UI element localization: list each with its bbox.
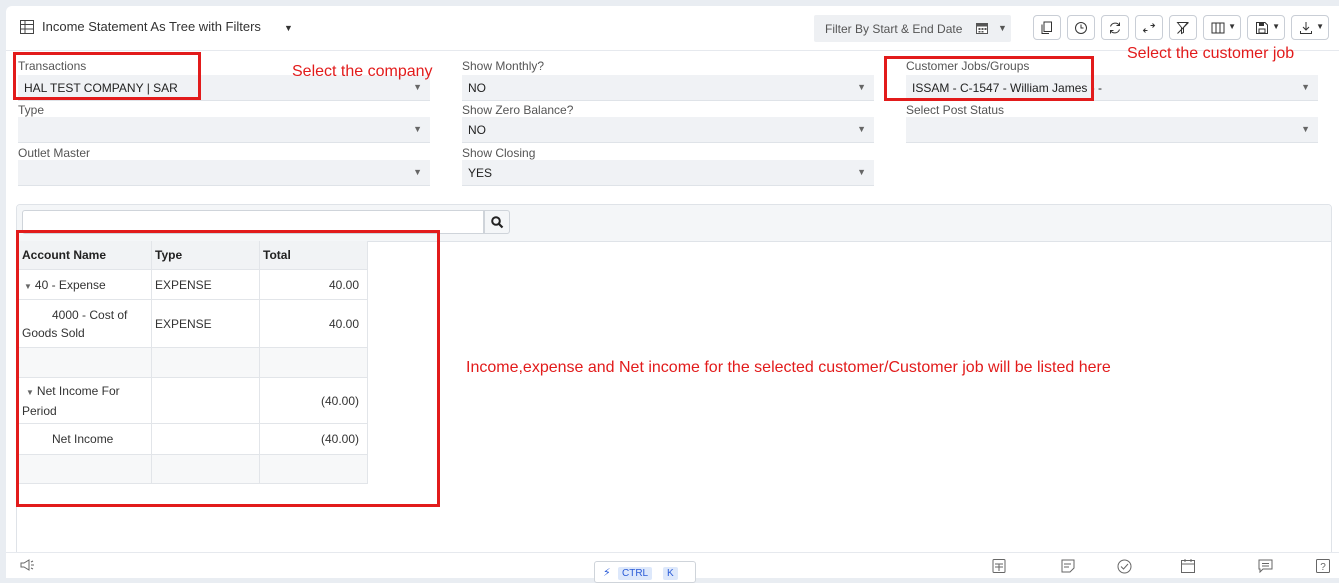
clear-filter-button[interactable]	[1169, 15, 1197, 40]
chevron-down-icon: ▼	[1316, 22, 1324, 31]
title-menu-caret-icon[interactable]: ▼	[284, 23, 293, 33]
chat-icon[interactable]	[1258, 559, 1273, 573]
refresh-icon	[1110, 22, 1120, 33]
outlet-master-select[interactable]: ▼	[18, 160, 430, 186]
chevron-down-icon: ▼	[857, 167, 866, 177]
chevron-down-icon: ▼	[1272, 22, 1280, 31]
show-monthly-label: Show Monthly?	[462, 59, 545, 73]
columns-icon	[1211, 22, 1225, 33]
history-button[interactable]	[1067, 15, 1095, 40]
outlet-master-label: Outlet Master	[18, 146, 91, 160]
save-button[interactable]: ▼	[1247, 15, 1285, 40]
type-select[interactable]: ▼	[18, 117, 430, 143]
table-icon	[20, 20, 34, 34]
chevron-down-icon: ▼	[857, 124, 866, 134]
chevron-down-icon: ▼	[1228, 22, 1236, 31]
show-zero-balance-value: NO	[468, 123, 486, 137]
chevron-down-icon: ▼	[1301, 82, 1310, 92]
filter-date-label: Filter By Start & End Date	[825, 22, 963, 36]
post-status-label: Select Post Status	[906, 103, 1005, 117]
check-circle-icon[interactable]	[1117, 559, 1132, 574]
shortcut-k: K	[663, 567, 678, 580]
announcement-icon[interactable]	[20, 559, 36, 571]
annotation-select-company: Select the company	[292, 63, 433, 80]
bolt-icon: ⚡	[603, 567, 611, 579]
chevron-down-icon: ▼	[998, 23, 1007, 33]
note-icon[interactable]	[1061, 559, 1075, 573]
clear-filter-icon	[1176, 21, 1189, 34]
chevron-down-icon: ▼	[413, 82, 422, 92]
show-zero-balance-label: Show Zero Balance?	[462, 103, 574, 117]
annotation-box-results	[16, 230, 440, 507]
show-monthly-select[interactable]: NO ▼	[462, 75, 874, 101]
save-icon	[1256, 21, 1268, 34]
show-monthly-value: NO	[468, 81, 486, 95]
download-icon	[1300, 21, 1312, 34]
show-closing-value: YES	[468, 166, 493, 180]
chevron-down-icon: ▼	[413, 167, 422, 177]
search-icon	[491, 216, 504, 229]
copy-button[interactable]	[1033, 15, 1061, 40]
calculator-icon[interactable]	[992, 559, 1006, 573]
grid-search-button[interactable]	[484, 210, 510, 234]
calendar-icon	[976, 23, 988, 34]
chevron-down-icon: ▼	[857, 82, 866, 92]
copy-icon	[1041, 21, 1052, 34]
columns-button[interactable]: ▼	[1203, 15, 1241, 40]
calendar-icon[interactable]	[1181, 559, 1195, 573]
clock-icon	[1075, 21, 1087, 34]
annotation-box-customer-job	[884, 56, 1094, 101]
page-title: Income Statement As Tree with Filters	[42, 19, 261, 34]
show-closing-label: Show Closing	[462, 146, 536, 160]
post-status-select[interactable]: ▼	[906, 117, 1318, 143]
show-zero-balance-select[interactable]: NO ▼	[462, 117, 874, 143]
shortcut-ctrl: CTRL	[618, 567, 653, 580]
expand-button[interactable]	[1135, 15, 1163, 40]
filter-date-range-button[interactable]: Filter By Start & End Date ▼	[814, 15, 1011, 42]
download-button[interactable]: ▼	[1291, 15, 1329, 40]
annotation-listing-note: Income,expense and Net income for the se…	[466, 359, 1111, 376]
refresh-button[interactable]	[1101, 15, 1129, 40]
type-label: Type	[18, 103, 45, 117]
annotation-box-company	[13, 52, 201, 100]
expand-icon	[1142, 22, 1156, 33]
command-palette-button[interactable]: ⚡ CTRL K	[594, 561, 696, 583]
show-closing-select[interactable]: YES ▼	[462, 160, 874, 186]
svg-text:?: ?	[1320, 562, 1326, 573]
status-bar: ⚡ CTRL K ?	[6, 552, 1339, 583]
help-icon[interactable]: ?	[1316, 559, 1330, 573]
chevron-down-icon: ▼	[1301, 124, 1310, 134]
annotation-select-customer-job: Select the customer job	[1127, 45, 1295, 62]
chevron-down-icon: ▼	[413, 124, 422, 134]
